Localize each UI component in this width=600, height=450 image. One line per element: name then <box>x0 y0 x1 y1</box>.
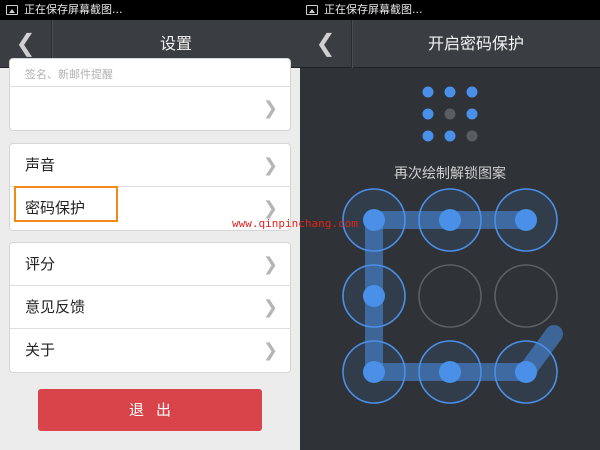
settings-group-about: 评分 ❯ 意见反馈 ❯ 关于 ❯ <box>9 242 291 373</box>
pattern-node-center <box>439 361 461 383</box>
feedback-label: 意见反馈 <box>25 298 86 316</box>
watermark-text: www.qinpinchang.com <box>232 217 358 230</box>
sound-label: 声音 <box>25 156 56 174</box>
about-label: 关于 <box>25 341 56 359</box>
pattern-node-center <box>515 209 537 231</box>
pattern-preview-dot <box>422 130 434 142</box>
logout-button[interactable]: 退出 <box>38 389 262 431</box>
pattern-preview-dot <box>444 86 456 98</box>
pattern-preview <box>422 86 478 142</box>
settings-row-notifications[interactable]: ❯ <box>10 87 290 130</box>
status-bar: 正在保存屏幕截图... <box>0 0 300 20</box>
settings-row-rating[interactable]: 评分 ❯ <box>10 243 290 286</box>
settings-row-feedback[interactable]: 意见反馈 ❯ <box>10 286 290 329</box>
chevron-right-icon: ❯ <box>262 98 278 119</box>
chevron-right-icon: ❯ <box>262 155 278 176</box>
pattern-node-center <box>439 209 461 231</box>
pattern-preview-dot <box>466 108 478 120</box>
settings-row-about[interactable]: 关于 ❯ <box>10 329 290 372</box>
settings-group-top: 签名、新邮件提醒 ❯ <box>9 58 291 131</box>
signature-hint-text: 签名、新邮件提醒 <box>25 68 113 81</box>
chevron-right-icon: ❯ <box>262 254 278 275</box>
pattern-preview-dot <box>466 86 478 98</box>
chevron-left-icon: ❮ <box>15 29 36 57</box>
status-text: 正在保存屏幕截图... <box>24 3 123 16</box>
pattern-node-inactive <box>418 264 482 328</box>
pattern-grid <box>342 188 558 404</box>
pattern-node-center <box>363 209 385 231</box>
pattern-node-inactive <box>494 264 558 328</box>
pattern-preview-dot <box>422 108 434 120</box>
pattern-preview-dot <box>444 108 456 120</box>
chevron-right-icon: ❯ <box>262 297 278 318</box>
settings-row-sound[interactable]: 声音 ❯ <box>10 144 290 187</box>
pattern-node-center <box>363 285 385 307</box>
chevron-right-icon: ❯ <box>262 340 278 361</box>
password-protection-highlight <box>14 186 118 222</box>
pattern-preview-dot <box>466 130 478 142</box>
pattern-preview-dot <box>444 130 456 142</box>
screenshot-image-icon <box>6 5 18 15</box>
pattern-preview-dot <box>422 86 434 98</box>
rating-label: 评分 <box>25 255 56 273</box>
settings-row-signature-hint[interactable]: 签名、新邮件提醒 <box>10 59 290 87</box>
pattern-node-center <box>363 361 385 383</box>
pattern-node-center <box>515 361 537 383</box>
